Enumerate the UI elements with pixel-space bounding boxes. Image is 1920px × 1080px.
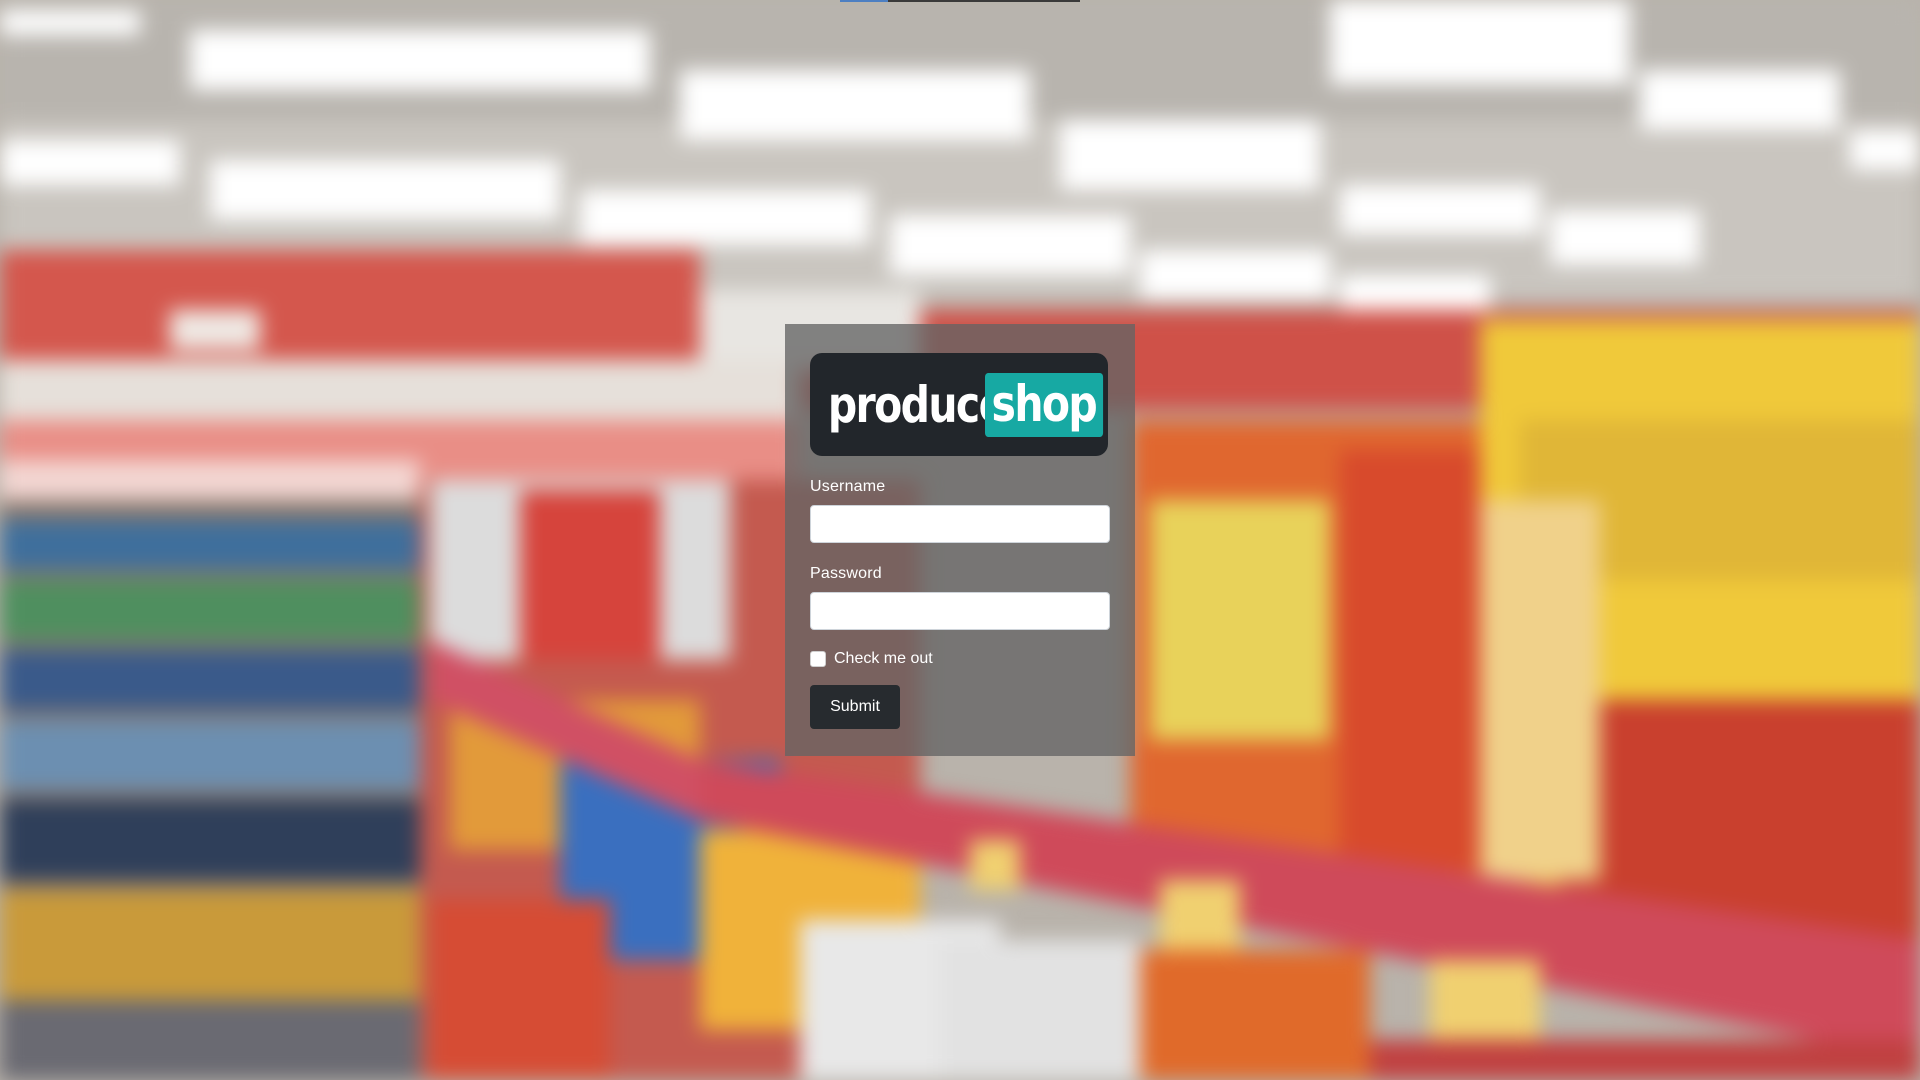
remember-row[interactable]: Check me out [810, 650, 1110, 668]
brand-logo: produce shop [810, 353, 1108, 456]
submit-button[interactable]: Submit [810, 685, 900, 729]
brand-logo-produce: produce [828, 375, 1007, 434]
remember-checkbox[interactable] [810, 651, 826, 667]
top-progress-bar [840, 0, 1080, 2]
top-progress-segment [840, 0, 888, 2]
username-label: Username [810, 478, 886, 495]
password-input[interactable] [810, 592, 1110, 630]
brand-logo-shop: shop [985, 372, 1103, 437]
password-label: Password [810, 565, 882, 582]
username-input[interactable] [810, 505, 1110, 543]
login-panel: produce shop Username Password Check me … [785, 324, 1135, 756]
remember-label[interactable]: Check me out [834, 650, 933, 668]
